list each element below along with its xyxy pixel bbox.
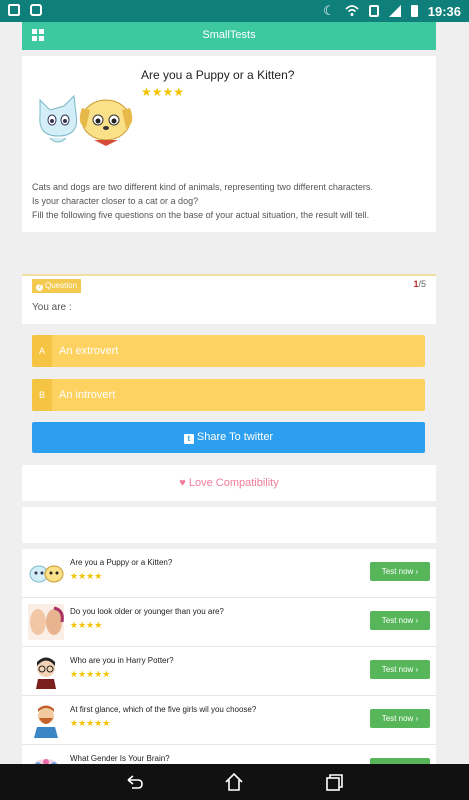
- twitter-icon: t: [183, 434, 194, 444]
- question-counter: 1/5: [413, 279, 426, 289]
- list-item-title: Who are you in Harry Potter?: [70, 656, 174, 665]
- list-item[interactable]: Are you a Puppy or a Kitten? ★★★★ Test n…: [22, 549, 436, 598]
- battery-icon: [410, 5, 418, 17]
- brain-thumbnail: [33, 759, 59, 764]
- recommended-tests-list: Are you a Puppy or a Kitten? ★★★★ Test n…: [22, 549, 436, 764]
- description-line: Fill the following five questions on the…: [32, 210, 370, 220]
- bearded-man-thumbnail: [34, 705, 58, 738]
- heart-icon: ♥: [179, 477, 186, 489]
- test-intro-card: Are you a Puppy or a Kitten? ★★★★ Cats a…: [22, 56, 436, 232]
- list-item-title: At first glance, which of the five girls…: [70, 705, 257, 714]
- answer-letter: B: [32, 379, 52, 411]
- list-item[interactable]: Who are you in Harry Potter? ★★★★★ Test …: [22, 647, 436, 696]
- test-title: Are you a Puppy or a Kitten?: [141, 68, 295, 82]
- rating-stars: ★★★★: [70, 571, 103, 581]
- cat-dog-thumbnail: [29, 565, 64, 583]
- rating-stars: ★★★★★: [70, 718, 111, 728]
- list-item[interactable]: Do you look older or younger than you ar…: [22, 598, 436, 647]
- list-item-title: Do you look older or younger than you ar…: [70, 607, 224, 616]
- home-icon[interactable]: [224, 772, 244, 792]
- system-navigation-bar: [0, 764, 469, 800]
- recent-apps-icon[interactable]: [324, 772, 344, 792]
- wifi-icon: [345, 5, 359, 16]
- description-line: Is your character closer to a cat or a d…: [32, 196, 199, 206]
- share-twitter-button[interactable]: t Share To twitter: [32, 422, 425, 453]
- answer-text: An extrovert: [59, 345, 119, 357]
- rating-stars: ★★★★★: [70, 669, 111, 679]
- answer-option-b[interactable]: B An introvert: [32, 379, 425, 411]
- list-item-title: What Gender Is Your Brain?: [70, 754, 170, 763]
- answer-option-a[interactable]: A An extrovert: [32, 335, 425, 367]
- question-mark-icon: ?: [36, 284, 43, 291]
- gallery-notification-icon: [8, 4, 20, 16]
- moon-icon: ☾: [323, 3, 335, 18]
- question-card: ? Question 1/5 You are :: [22, 274, 436, 324]
- clock: 19:36: [427, 3, 461, 19]
- sim-icon: [368, 5, 379, 17]
- signal-icon: [388, 5, 401, 17]
- question-text: You are :: [32, 302, 72, 313]
- list-item-title: Are you a Puppy or a Kitten?: [70, 558, 173, 567]
- rating-stars: ★★★★: [70, 620, 103, 630]
- back-icon[interactable]: [124, 772, 144, 792]
- faces-thumbnail: [28, 604, 64, 640]
- harry-potter-thumbnail: [36, 657, 56, 689]
- test-description: Cats and dogs are two different kind of …: [32, 180, 373, 222]
- share-label: Share To twitter: [196, 431, 274, 443]
- description-line: Cats and dogs are two different kind of …: [32, 182, 373, 192]
- status-bar: ☾ 19:36: [0, 0, 469, 22]
- ad-placeholder: [22, 507, 436, 543]
- list-item[interactable]: What Gender Is Your Brain?: [22, 745, 436, 764]
- cat-and-dog-illustration: [39, 94, 133, 146]
- rating-stars: ★★★★: [141, 85, 185, 99]
- test-now-button[interactable]: Test now ›: [370, 660, 430, 679]
- test-now-button[interactable]: Test now ›: [370, 562, 430, 581]
- test-now-button[interactable]: Test now ›: [370, 709, 430, 728]
- app-notification-icon: [30, 4, 42, 16]
- test-now-button[interactable]: Test now ›: [370, 611, 430, 630]
- question-badge: ? Question: [32, 279, 82, 293]
- answer-text: An introvert: [59, 389, 116, 401]
- list-item[interactable]: At first glance, which of the five girls…: [22, 696, 436, 745]
- love-compatibility-link[interactable]: ♥ Love Compatibility: [22, 465, 436, 501]
- app-header: SmallTests: [22, 22, 436, 50]
- love-label: Love Compatibility: [188, 477, 279, 489]
- answer-letter: A: [32, 335, 52, 367]
- app-title: SmallTests: [202, 29, 256, 41]
